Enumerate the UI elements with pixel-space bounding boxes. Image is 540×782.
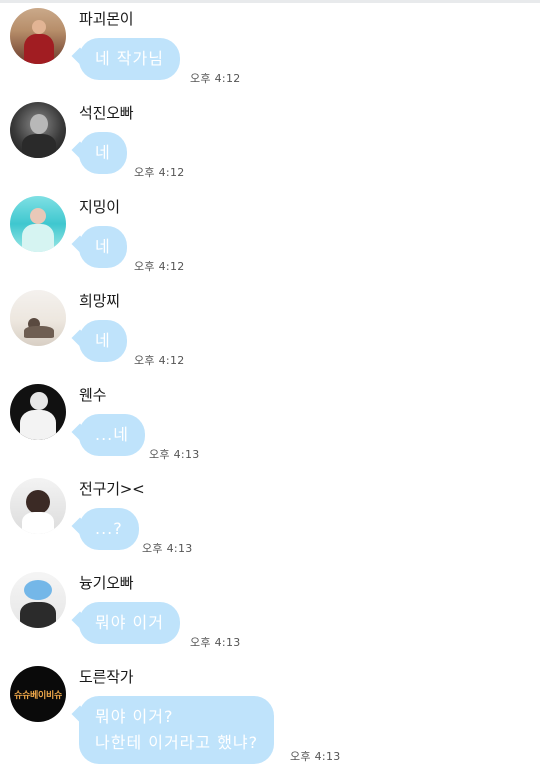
avatar[interactable]: [10, 572, 66, 628]
message-line: 나한테 이거라고 했냐?: [95, 733, 259, 752]
message-time: 오후 4:13: [190, 636, 241, 649]
sender-name: 늉기오빠: [79, 574, 134, 592]
sender-name: 석진오빠: [79, 104, 134, 122]
sender-name: 파괴몬이: [79, 10, 134, 28]
avatar[interactable]: [10, 290, 66, 346]
message-bubble[interactable]: ...?: [79, 508, 139, 550]
message-bubble[interactable]: 네 작가님: [79, 38, 180, 80]
message-row: 희망찌 네 오후 4:12: [0, 286, 540, 380]
sender-name: 전구기><: [79, 480, 145, 498]
sender-name: 도른작가: [79, 668, 134, 686]
message-bubble[interactable]: 뭐야 이거? 나한테 이거라고 했냐?: [79, 696, 275, 764]
message-time: 오후 4:12: [134, 260, 185, 273]
sender-name: 웬수: [79, 386, 107, 404]
message-row: 슈슈베이비슈 도른작가 뭐야 이거? 나한테 이거라고 했냐? 오후 4:13: [0, 662, 540, 782]
message-time: 오후 4:12: [134, 354, 185, 367]
sender-name: 지밍이: [79, 198, 120, 216]
message-bubble[interactable]: 네: [79, 320, 127, 362]
avatar[interactable]: [10, 102, 66, 158]
avatar[interactable]: 슈슈베이비슈: [10, 666, 66, 722]
message-row: 지밍이 네 오후 4:12: [0, 192, 540, 286]
message-bubble[interactable]: ...네: [79, 414, 145, 456]
message-bubble[interactable]: 네: [79, 226, 127, 268]
message-time: 오후 4:12: [190, 72, 241, 85]
avatar-logo-text: 슈슈베이비슈: [14, 691, 62, 701]
message-time: 오후 4:12: [134, 166, 185, 179]
sender-name: 희망찌: [79, 292, 120, 310]
message-row: 석진오빠 네 오후 4:12: [0, 98, 540, 192]
message-row: 전구기>< ...? 오후 4:13: [0, 474, 540, 568]
message-row: 파괴몬이 네 작가님 오후 4:12: [0, 4, 540, 98]
message-line: 뭐야 이거?: [95, 707, 174, 726]
message-row: 늉기오빠 뭐야 이거 오후 4:13: [0, 568, 540, 662]
top-divider: [0, 0, 540, 3]
message-bubble[interactable]: 뭐야 이거: [79, 602, 180, 644]
avatar[interactable]: [10, 8, 66, 64]
message-time: 오후 4:13: [149, 448, 200, 461]
avatar[interactable]: [10, 384, 66, 440]
message-time: 오후 4:13: [290, 750, 341, 763]
avatar[interactable]: [10, 478, 66, 534]
message-bubble[interactable]: 네: [79, 132, 127, 174]
message-time: 오후 4:13: [142, 542, 193, 555]
avatar[interactable]: [10, 196, 66, 252]
message-row: 웬수 ...네 오후 4:13: [0, 380, 540, 474]
